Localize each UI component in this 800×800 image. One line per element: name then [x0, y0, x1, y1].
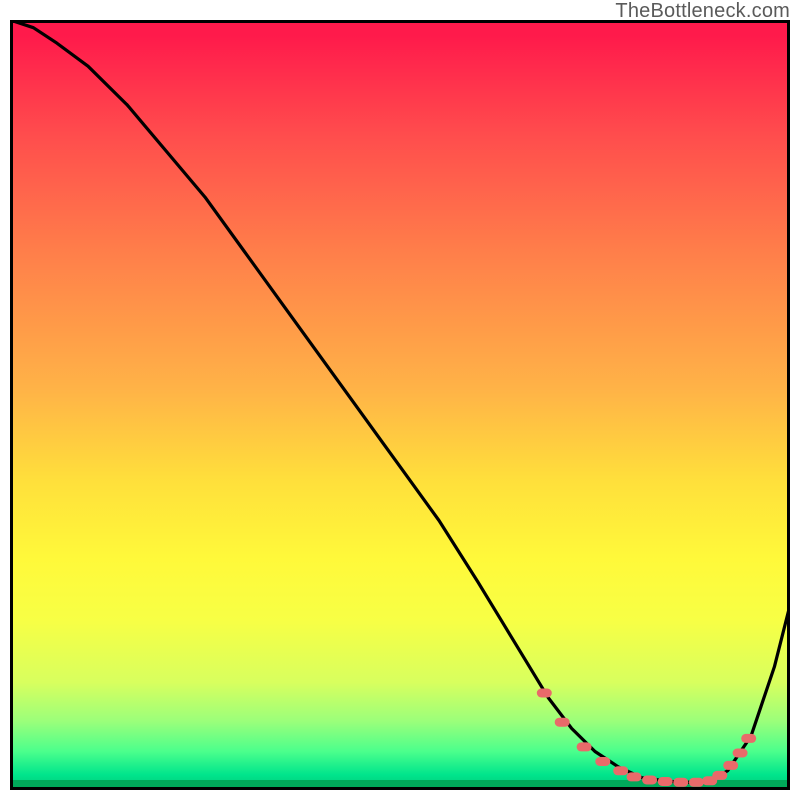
bottleneck-curve [10, 20, 790, 782]
marker-dot [613, 766, 628, 775]
marker-dot [595, 757, 610, 766]
chart-frame [10, 20, 790, 790]
marker-dot [555, 718, 570, 727]
marker-dot [733, 749, 748, 758]
marker-dot [723, 761, 738, 770]
marker-dot [577, 742, 592, 751]
marker-dot [741, 734, 756, 743]
marker-dot [658, 777, 673, 786]
marker-dot [689, 778, 704, 787]
optimal-range-markers [537, 689, 756, 787]
chart-svg [10, 20, 790, 790]
marker-dot [712, 771, 727, 780]
marker-dot [673, 778, 688, 787]
marker-dot [627, 772, 642, 781]
marker-dot [642, 776, 657, 785]
marker-dot [537, 689, 552, 698]
